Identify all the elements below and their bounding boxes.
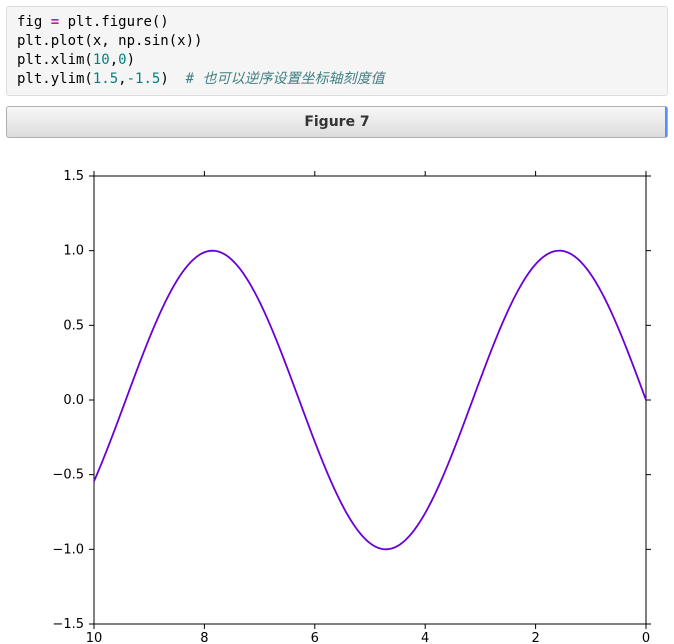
x-tick-label: 8 bbox=[200, 631, 208, 644]
series-sin bbox=[94, 250, 646, 549]
code-line-3: plt.xlim(10,0) bbox=[17, 52, 135, 68]
figure-title-bar: Figure 7 bbox=[6, 106, 668, 138]
code-line-2: plt.plot(x, np.sin(x)) bbox=[17, 33, 202, 49]
x-tick-label: 0 bbox=[642, 631, 650, 644]
y-tick-label: 0.5 bbox=[63, 318, 84, 333]
y-tick-label: 1.0 bbox=[63, 243, 84, 258]
x-tick-label: 6 bbox=[311, 631, 319, 644]
x-tick-label: 4 bbox=[421, 631, 429, 644]
y-tick-label: 1.5 bbox=[63, 169, 84, 184]
y-tick-label: −1.0 bbox=[52, 542, 84, 557]
x-tick-label: 2 bbox=[531, 631, 539, 644]
line-chart: −1.5 −1.0 −0.5 0.0 0.5 1.0 1.5 10 8 6 4 2 0 bbox=[10, 154, 664, 644]
code-cell: fig = plt.figure() plt.plot(x, np.sin(x)… bbox=[6, 6, 668, 96]
y-tick-label: 0.0 bbox=[63, 393, 84, 408]
code-line-1: fig = plt.figure() bbox=[17, 14, 169, 30]
y-tick-label: −1.5 bbox=[52, 617, 84, 632]
figure-title: Figure 7 bbox=[304, 114, 369, 130]
code-line-4: plt.ylim(1.5,-1.5) # 也可以逆序设置坐标轴刻度值 bbox=[17, 71, 384, 87]
plot-area: −1.5 −1.0 −0.5 0.0 0.5 1.0 1.5 10 8 6 4 2 0 bbox=[0, 144, 674, 644]
y-tick-label: −0.5 bbox=[52, 467, 84, 482]
x-tick-label: 10 bbox=[86, 631, 103, 644]
